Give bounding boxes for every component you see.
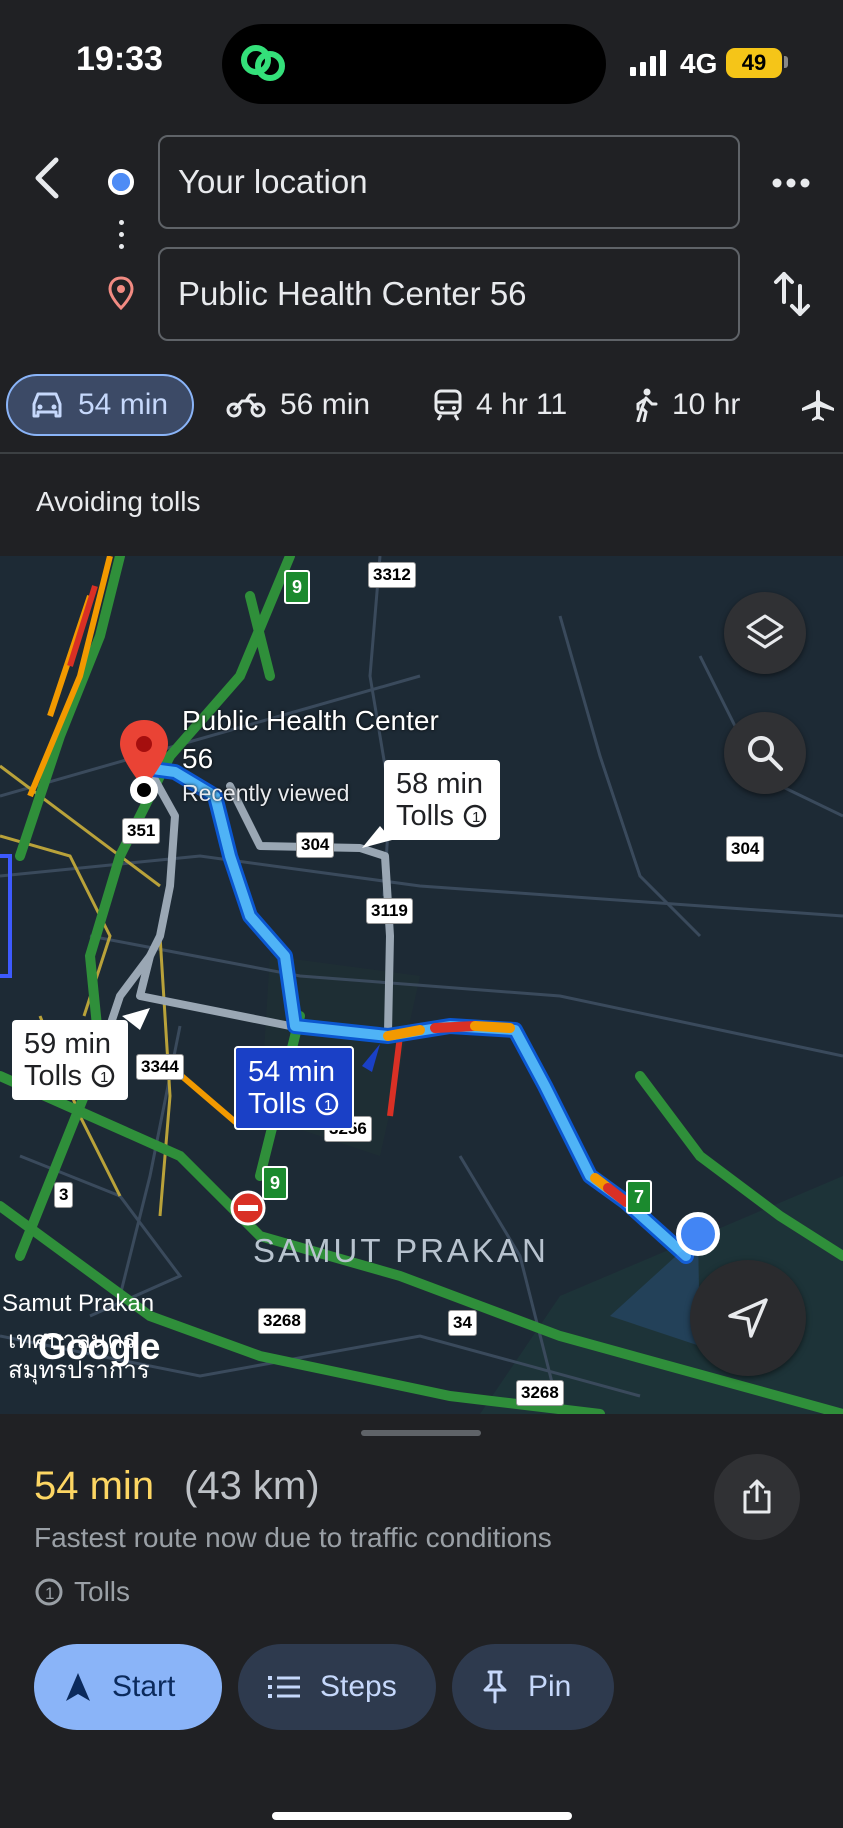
road-shield: 3312 <box>368 562 416 588</box>
train-icon <box>434 389 462 421</box>
start-button[interactable]: Start <box>34 1644 222 1730</box>
highway-shield: 7 <box>626 1180 652 1214</box>
mode-flight[interactable] <box>800 374 843 436</box>
pin-button[interactable]: Pin <box>452 1644 614 1730</box>
battery-indicator: 49 <box>726 48 782 78</box>
alt-route-1-tolls: Tolls <box>396 800 455 832</box>
road-shield: 34 <box>448 1310 477 1336</box>
travel-modes: 54 min 56 min 4 hr 11 10 hr <box>0 374 843 440</box>
walk-icon <box>636 388 658 422</box>
destination-input[interactable]: Public Health Center 56 <box>158 247 740 341</box>
main-route-callout[interactable]: 54 min Tolls 1 <box>234 1046 355 1130</box>
origin-marker-core <box>112 173 130 191</box>
steps-button[interactable]: Steps <box>238 1644 436 1730</box>
search-icon <box>748 736 783 771</box>
road-shield: 3268 <box>516 1380 564 1406</box>
route-options-note[interactable]: Avoiding tolls <box>36 486 200 518</box>
share-button[interactable] <box>714 1454 800 1540</box>
road-shield: 3268 <box>258 1308 306 1334</box>
origin-input[interactable]: Your location <box>158 135 740 229</box>
alt-route-callout-1[interactable]: 58 min Tolls 1 <box>384 760 501 840</box>
status-bar: 19:33 4G 49 <box>0 0 843 120</box>
share-icon <box>743 1479 771 1514</box>
svg-text:1: 1 <box>100 1069 108 1086</box>
highway-shield: 9 <box>284 570 310 604</box>
alt-route-2-time: 59 min <box>24 1028 112 1060</box>
area-label: SAMUT PRAKAN <box>253 1232 549 1269</box>
current-location-dot <box>676 1212 720 1256</box>
pin-label: Pin <box>528 1670 572 1703</box>
destination-pin-icon <box>108 276 134 310</box>
toll-icon: 1 <box>91 1064 115 1088</box>
place-status: Recently viewed <box>182 780 350 806</box>
mode-motorcycle-label: 56 min <box>280 388 371 421</box>
list-icon <box>268 1676 300 1698</box>
back-icon[interactable] <box>26 152 68 204</box>
mode-transit-label: 4 hr 11 <box>476 388 568 421</box>
swap-icon[interactable] <box>772 268 812 320</box>
activity-link-icon <box>241 45 285 81</box>
route-duration: 54 min <box>34 1464 155 1508</box>
toll-icon: 1 <box>315 1092 339 1116</box>
road-shield: 3344 <box>136 1054 184 1080</box>
road-shield: 351 <box>122 818 161 844</box>
map-view[interactable]: 3312 9 351 304 304 3119 3344 3256 3 9 7 … <box>0 556 843 1414</box>
battery-tip <box>784 56 788 68</box>
layers-icon <box>746 614 784 649</box>
svg-text:1: 1 <box>472 809 480 826</box>
mode-transit[interactable]: 4 hr 11 <box>434 374 567 436</box>
svg-text:1: 1 <box>45 1584 54 1603</box>
alt-route-2-tolls: Tolls <box>24 1060 83 1092</box>
recenter-button[interactable] <box>690 1260 806 1376</box>
mode-walk[interactable]: 10 hr <box>632 374 740 436</box>
alt-route-callout-2[interactable]: 59 min Tolls 1 <box>12 1020 129 1100</box>
network-type: 4G <box>680 48 718 79</box>
road-shield: 3119 <box>366 898 413 924</box>
navigation-arrow-icon <box>728 1298 768 1338</box>
motorcycle-icon <box>226 393 266 418</box>
mode-motorcycle[interactable]: 56 min <box>226 374 370 436</box>
alt-route-1-time: 58 min <box>396 768 484 800</box>
mode-drive[interactable]: 54 min <box>6 374 194 436</box>
highway-shield: 9 <box>262 1166 288 1200</box>
google-logo: Google <box>38 1326 160 1367</box>
modes-divider <box>0 452 843 454</box>
route-distance: (43 km) <box>184 1464 320 1508</box>
start-label: Start <box>112 1670 176 1703</box>
signal-icon <box>630 50 666 76</box>
road-shield: 304 <box>726 836 765 862</box>
pin-icon <box>483 1670 507 1704</box>
layers-button[interactable] <box>724 592 806 674</box>
steps-label: Steps <box>320 1670 397 1703</box>
route-summary-sheet: 54 min (43 km) Fastest route now due to … <box>0 1414 843 1828</box>
status-time: 19:33 <box>76 40 163 78</box>
route-tolls: 1 Tolls <box>34 1576 130 1608</box>
toll-icon: 1 <box>463 804 487 828</box>
road-shield: 3 <box>54 1182 74 1208</box>
mode-walk-label: 10 hr <box>672 388 741 421</box>
main-route-tolls: Tolls <box>248 1088 307 1120</box>
car-icon <box>32 392 62 418</box>
home-indicator <box>272 1812 572 1820</box>
plane-icon <box>802 390 834 421</box>
route-connector-dots <box>119 220 125 256</box>
mode-drive-label: 54 min <box>78 388 169 421</box>
route-reason: Fastest route now due to traffic conditi… <box>34 1522 552 1553</box>
svg-text:1: 1 <box>324 1097 332 1114</box>
toll-icon: 1 <box>35 1578 63 1606</box>
search-along-route-button[interactable] <box>724 712 806 794</box>
sheet-handle[interactable] <box>361 1430 481 1436</box>
main-route-time: 54 min <box>248 1056 336 1088</box>
more-options-icon[interactable] <box>770 170 812 196</box>
route-tolls-label: Tolls <box>74 1576 131 1607</box>
navigation-arrow-icon <box>66 1673 90 1701</box>
city-label: Samut Prakan <box>2 1290 155 1317</box>
road-shield: 304 <box>296 832 335 858</box>
